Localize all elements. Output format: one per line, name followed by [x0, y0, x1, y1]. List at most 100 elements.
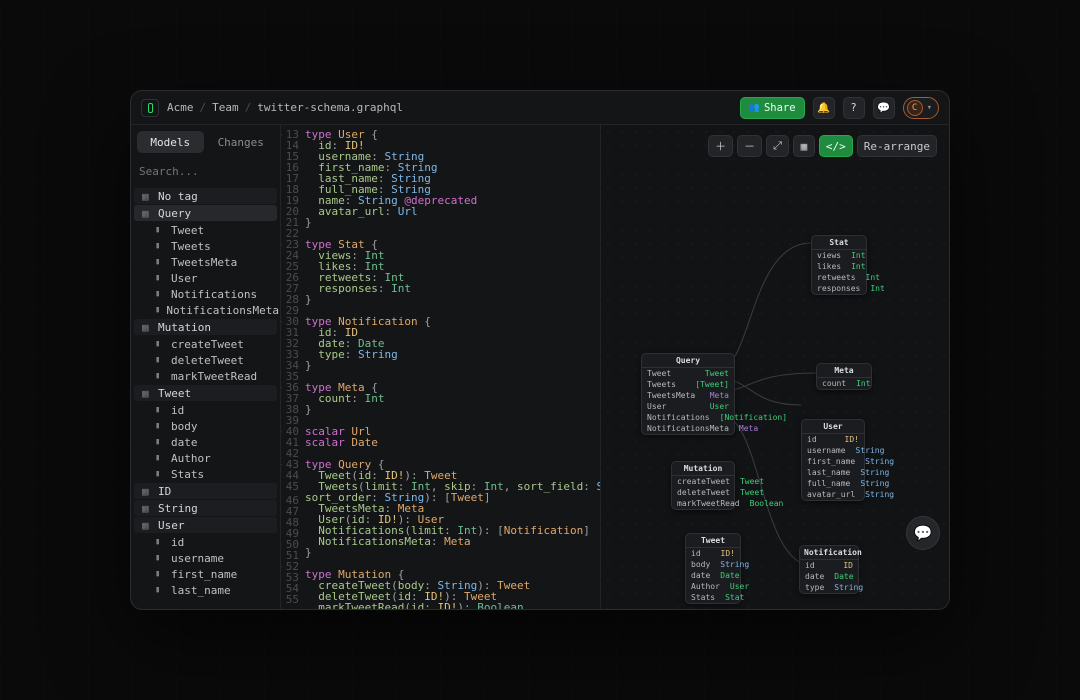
rearrange-button[interactable]: Re-arrange	[857, 135, 937, 157]
card-field[interactable]: idID	[800, 560, 858, 571]
card-notification[interactable]: Notification idIDdateDatetypeString	[799, 545, 859, 594]
tree-item[interactable]: ▮body	[131, 418, 280, 434]
card-field[interactable]: markTweetReadBoolean	[672, 498, 734, 509]
card-field[interactable]: Tweets[Tweet]	[642, 379, 734, 390]
card-field[interactable]: likesInt	[812, 261, 866, 272]
card-meta[interactable]: Meta countInt	[816, 363, 872, 390]
tree-item[interactable]: ▮Author	[131, 450, 280, 466]
card-stat[interactable]: Stat viewsIntlikesIntretweetsIntresponse…	[811, 235, 867, 295]
tree-group[interactable]: ▦Mutation	[134, 319, 277, 335]
doc-icon: ▮	[155, 553, 165, 563]
notifications-button[interactable]: 🔔	[813, 97, 835, 119]
crumb-team[interactable]: Team	[212, 101, 239, 114]
card-field[interactable]: TweetTweet	[642, 368, 734, 379]
chat-icon: 💬	[877, 101, 890, 114]
grid-toggle[interactable]: ▦	[793, 135, 815, 157]
card-field[interactable]: retweetsInt	[812, 272, 866, 283]
doc-icon: ▮	[155, 569, 165, 579]
crumb-file[interactable]: twitter-schema.graphql	[257, 101, 403, 114]
card-field[interactable]: NotificationsMetaMeta	[642, 423, 734, 434]
card-field[interactable]: full_nameString	[802, 478, 864, 489]
search-input[interactable]	[139, 161, 272, 181]
code-editor[interactable]: 1314151617181920212223242526272829303132…	[281, 125, 601, 609]
card-mutation[interactable]: Mutation createTweetTweetdeleteTweetTwee…	[671, 461, 735, 510]
card-field[interactable]: StatsStat	[686, 592, 740, 603]
tree-item[interactable]: ▮id	[131, 534, 280, 550]
doc-icon: ▮	[155, 437, 165, 447]
app-logo[interactable]	[141, 99, 159, 117]
chevron-down-icon: ▾	[927, 103, 932, 113]
tab-changes[interactable]: Changes	[208, 131, 275, 153]
card-field[interactable]: idID!	[802, 434, 864, 445]
doc-icon: ▮	[155, 371, 165, 381]
card-field[interactable]: bodyString	[686, 559, 740, 570]
table-icon: ▦	[142, 387, 152, 400]
card-field[interactable]: createTweetTweet	[672, 476, 734, 487]
card-user[interactable]: User idID!usernameStringfirst_nameString…	[801, 419, 865, 501]
card-field[interactable]: responsesInt	[812, 283, 866, 294]
table-icon: ▦	[142, 502, 152, 515]
tree-item[interactable]: ▮username	[131, 550, 280, 566]
card-field[interactable]: TweetsMetaMeta	[642, 390, 734, 401]
table-icon: ▦	[142, 207, 152, 220]
tab-models[interactable]: Models	[137, 131, 204, 153]
card-field[interactable]: dateDate	[686, 570, 740, 581]
doc-icon: ▮	[155, 273, 165, 283]
sidebar-tabs: Models Changes	[131, 125, 280, 159]
tree-item[interactable]: ▮deleteTweet	[131, 352, 280, 368]
tree-item[interactable]: ▮NotificationsMeta	[131, 302, 280, 318]
crumb-org[interactable]: Acme	[167, 101, 194, 114]
card-query[interactable]: Query TweetTweetTweets[Tweet]TweetsMetaM…	[641, 353, 735, 435]
schema-canvas[interactable]: ＋ － ⤢ ▦ </> Re-arrange Stat viewsIntlike…	[601, 125, 949, 609]
doc-icon: ▮	[155, 537, 165, 547]
tree-item[interactable]: ▮createTweet	[131, 336, 280, 352]
card-title: Query	[642, 354, 734, 368]
help-button[interactable]: ?	[843, 97, 865, 119]
card-field[interactable]: countInt	[817, 378, 871, 389]
intercom-launcher[interactable]: 💬	[906, 516, 940, 550]
tree-item[interactable]: ▮Stats	[131, 466, 280, 482]
tree-item[interactable]: ▮date	[131, 434, 280, 450]
tree-item[interactable]: ▮Notifications	[131, 286, 280, 302]
tree-group[interactable]: ▦Tweet	[134, 385, 277, 401]
tree-group[interactable]: ▦Query	[134, 205, 277, 221]
zoom-in-button[interactable]: ＋	[708, 135, 733, 157]
tree-item[interactable]: ▮id	[131, 402, 280, 418]
chat-button[interactable]: 💬	[873, 97, 895, 119]
tree-item[interactable]: ▮TweetsMeta	[131, 254, 280, 270]
tree-item[interactable]: ▮Tweets	[131, 238, 280, 254]
tree-group[interactable]: ▦ID	[134, 483, 277, 499]
doc-icon: ▮	[155, 257, 165, 267]
card-field[interactable]: viewsInt	[812, 250, 866, 261]
tree-item[interactable]: ▮first_name	[131, 566, 280, 582]
tree-group[interactable]: ▦No tag	[134, 188, 277, 204]
card-field[interactable]: UserUser	[642, 401, 734, 412]
card-tweet[interactable]: Tweet idID!bodyStringdateDateAuthorUserS…	[685, 533, 741, 604]
card-field[interactable]: usernameString	[802, 445, 864, 456]
tree-group[interactable]: ▦String	[134, 500, 277, 516]
tree-item[interactable]: ▮markTweetRead	[131, 368, 280, 384]
card-field[interactable]: typeString	[800, 582, 858, 593]
card-field[interactable]: first_nameString	[802, 456, 864, 467]
card-field[interactable]: Notifications[Notification]	[642, 412, 734, 423]
doc-icon: ▮	[155, 225, 165, 235]
card-field[interactable]: avatar_urlString	[802, 489, 864, 500]
card-field[interactable]: last_nameString	[802, 467, 864, 478]
doc-icon: ▮	[155, 453, 165, 463]
card-field[interactable]: dateDate	[800, 571, 858, 582]
code-area[interactable]: type User { id: ID! username: String fir…	[303, 125, 600, 609]
card-field[interactable]: deleteTweetTweet	[672, 487, 734, 498]
tree-item[interactable]: ▮last_name	[131, 582, 280, 598]
doc-icon: ▮	[155, 585, 165, 595]
tree-item[interactable]: ▮User	[131, 270, 280, 286]
fit-button[interactable]: ⤢	[766, 135, 789, 157]
card-field[interactable]: AuthorUser	[686, 581, 740, 592]
code-view-toggle[interactable]: </>	[819, 135, 853, 157]
share-button[interactable]: 👥 Share	[740, 97, 805, 119]
card-field[interactable]: idID!	[686, 548, 740, 559]
question-icon: ?	[850, 102, 856, 114]
tree-item[interactable]: ▮Tweet	[131, 222, 280, 238]
tree-group[interactable]: ▦User	[134, 517, 277, 533]
account-menu[interactable]: C ▾	[903, 97, 939, 119]
zoom-out-button[interactable]: －	[737, 135, 762, 157]
